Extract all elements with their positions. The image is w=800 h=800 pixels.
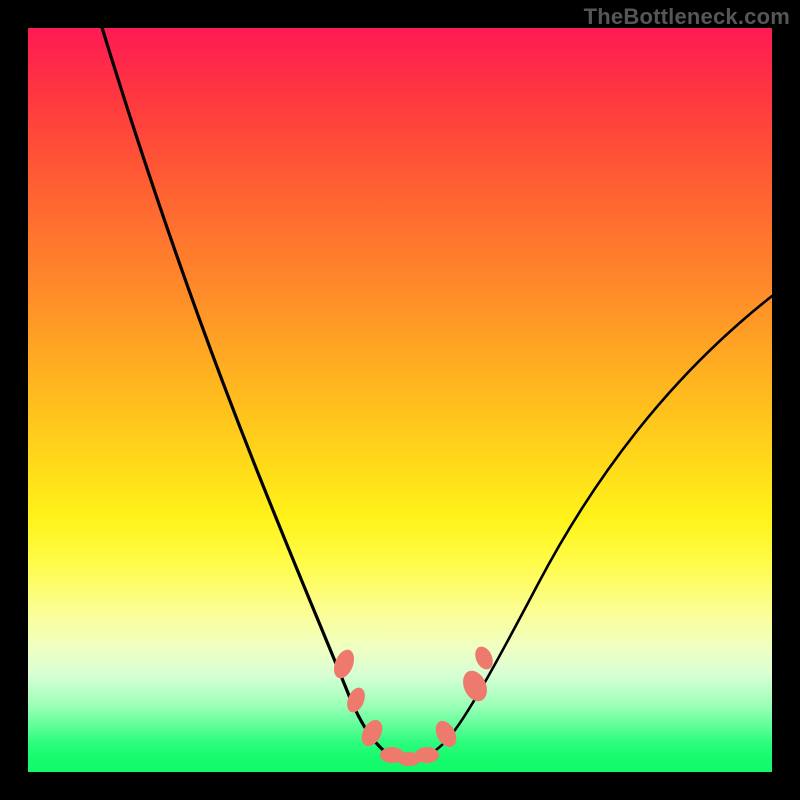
chart-frame: TheBottleneck.com [0, 0, 800, 800]
marker [330, 647, 358, 682]
curve-right [404, 296, 772, 760]
marker [431, 717, 460, 750]
plot-area [28, 28, 772, 772]
curve-left [90, 0, 404, 760]
watermark-text: TheBottleneck.com [584, 4, 790, 30]
marker [415, 747, 439, 763]
curve-layer [28, 28, 772, 772]
marker [458, 667, 491, 705]
